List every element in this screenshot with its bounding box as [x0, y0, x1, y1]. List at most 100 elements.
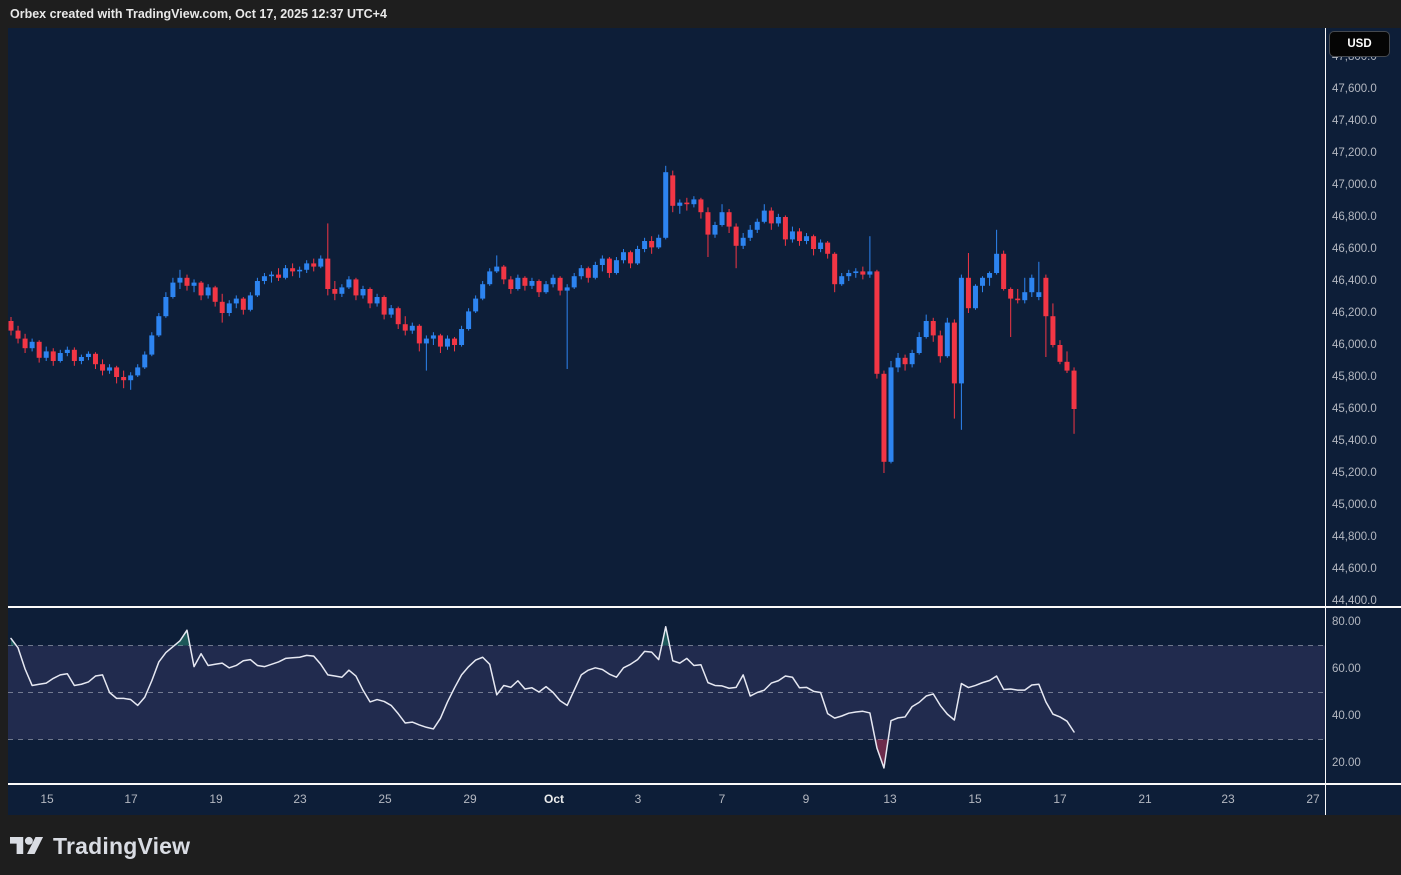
candle[interactable] [452, 337, 457, 351]
candle[interactable] [649, 236, 654, 254]
candle[interactable] [283, 265, 288, 279]
candle[interactable] [269, 271, 274, 282]
candle[interactable] [396, 307, 401, 329]
candle[interactable] [79, 355, 84, 365]
candle[interactable] [487, 268, 492, 286]
candle[interactable] [199, 281, 204, 300]
candle[interactable] [635, 246, 640, 265]
candle[interactable] [438, 334, 443, 353]
candle[interactable] [832, 252, 837, 292]
candle[interactable] [656, 235, 661, 249]
candle[interactable] [867, 236, 872, 278]
candle[interactable] [973, 284, 978, 310]
candle[interactable] [1029, 275, 1034, 297]
candle[interactable] [318, 255, 323, 268]
candle[interactable] [234, 295, 239, 308]
candle[interactable] [431, 332, 436, 345]
candle[interactable] [889, 361, 894, 463]
candle[interactable] [677, 199, 682, 213]
candle[interactable] [170, 278, 175, 299]
candle[interactable] [741, 233, 746, 249]
candle[interactable] [720, 204, 725, 226]
candle[interactable] [551, 275, 556, 288]
candle[interactable] [515, 275, 520, 291]
candle[interactable] [501, 265, 506, 284]
candle[interactable] [1015, 289, 1020, 303]
candle[interactable] [987, 271, 992, 285]
candle[interactable] [65, 347, 70, 357]
candle[interactable] [748, 225, 753, 241]
candle[interactable] [353, 278, 358, 300]
candle[interactable] [952, 319, 957, 418]
candle[interactable] [508, 276, 513, 294]
candle[interactable] [290, 263, 295, 276]
candle[interactable] [128, 372, 133, 390]
candle[interactable] [16, 326, 21, 344]
candle[interactable] [445, 335, 450, 349]
candle[interactable] [860, 267, 865, 280]
candle[interactable] [1022, 278, 1027, 304]
candle[interactable] [621, 249, 626, 263]
candle[interactable] [9, 317, 14, 335]
candle[interactable] [220, 294, 225, 323]
candle[interactable] [368, 287, 373, 308]
candle[interactable] [325, 223, 330, 295]
candle[interactable] [361, 286, 366, 299]
currency-toggle-button[interactable]: USD [1329, 31, 1390, 57]
candle[interactable] [114, 366, 119, 384]
candle[interactable] [755, 219, 760, 233]
candle[interactable] [586, 267, 591, 283]
candle[interactable] [192, 279, 197, 292]
candle[interactable] [1008, 287, 1013, 337]
candle[interactable] [1057, 340, 1062, 364]
candle[interactable] [206, 284, 211, 298]
candle[interactable] [931, 318, 936, 342]
candle[interactable] [790, 227, 795, 243]
candle[interactable] [924, 315, 929, 339]
candle[interactable] [811, 235, 816, 256]
candle[interactable] [30, 339, 35, 352]
candle[interactable] [769, 207, 774, 229]
candle[interactable] [797, 228, 802, 246]
candle[interactable] [142, 351, 147, 369]
candle[interactable] [529, 278, 534, 289]
candle[interactable] [86, 351, 91, 360]
candle[interactable] [255, 278, 260, 297]
candle[interactable] [903, 355, 908, 371]
candle[interactable] [149, 332, 154, 356]
candle[interactable] [994, 230, 999, 275]
candle[interactable] [762, 204, 767, 223]
candle[interactable] [846, 270, 851, 281]
candle[interactable] [966, 253, 971, 313]
tradingview-logo-link[interactable]: TradingView [10, 829, 190, 863]
candle[interactable] [558, 276, 563, 295]
candle[interactable] [727, 209, 732, 233]
candle[interactable] [185, 275, 190, 291]
candle[interactable] [776, 214, 781, 227]
candle[interactable] [262, 273, 267, 284]
candle[interactable] [537, 279, 542, 297]
candle[interactable] [311, 259, 316, 272]
candle[interactable] [579, 265, 584, 279]
candle[interactable] [163, 292, 168, 318]
candle[interactable] [339, 284, 344, 297]
candle[interactable] [663, 166, 668, 240]
candle[interactable] [572, 273, 577, 289]
candle[interactable] [417, 324, 422, 351]
candle[interactable] [698, 198, 703, 219]
candle[interactable] [670, 171, 675, 213]
rsi-pane-canvas[interactable] [8, 609, 1325, 783]
candle[interactable] [93, 352, 98, 369]
candle[interactable] [44, 347, 49, 361]
candle[interactable] [403, 316, 408, 335]
candle[interactable] [375, 294, 380, 307]
candle[interactable] [107, 364, 112, 374]
candle[interactable] [853, 268, 858, 278]
candle[interactable] [959, 275, 964, 430]
candle[interactable] [100, 359, 105, 375]
candle[interactable] [304, 260, 309, 273]
candle[interactable] [466, 308, 471, 330]
candle[interactable] [459, 326, 464, 347]
candle[interactable] [135, 364, 140, 377]
candle[interactable] [241, 297, 246, 315]
